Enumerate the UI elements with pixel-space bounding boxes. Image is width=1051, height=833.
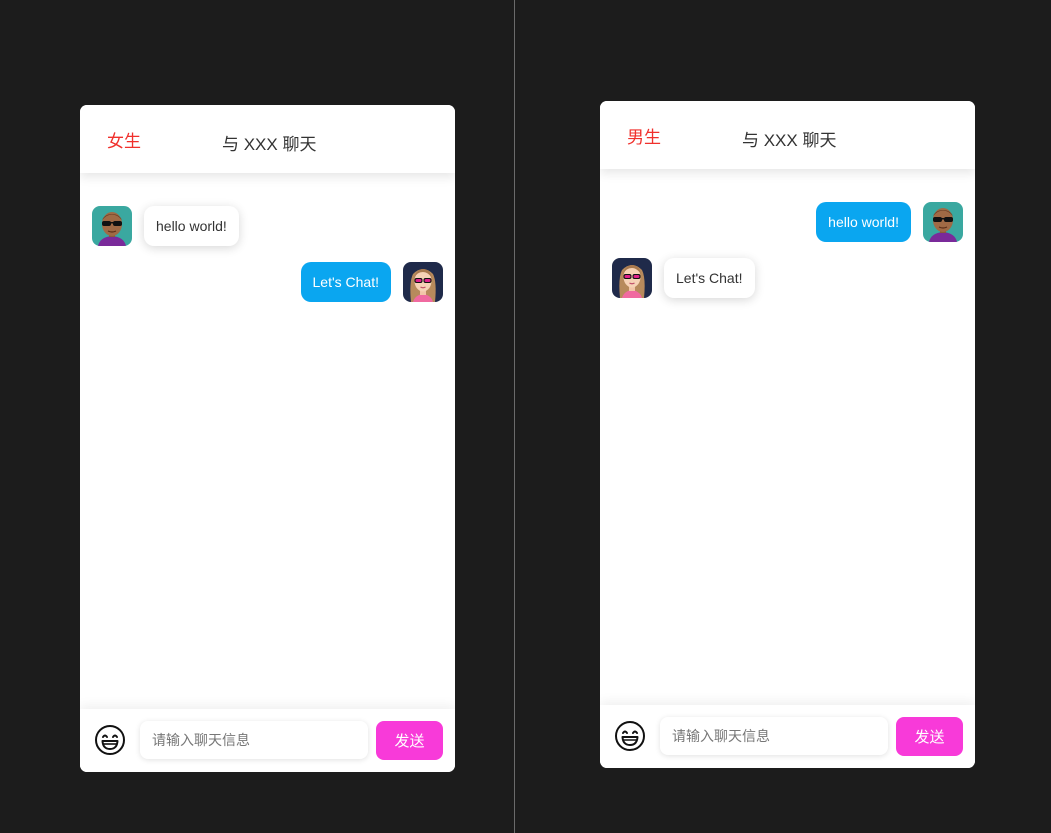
chat-window-male: 男生 与 XXX 聊天 hello world! Let's Chat! 发送 — [600, 101, 975, 768]
male-avatar — [92, 206, 132, 246]
gender-label: 男生 — [627, 128, 661, 147]
message-bubble: Let's Chat! — [300, 262, 391, 302]
message-input[interactable] — [660, 717, 888, 755]
female-avatar — [612, 258, 652, 298]
male-avatar — [923, 202, 963, 242]
smile-emoji-icon[interactable] — [94, 724, 126, 756]
message-received: Let's Chat! — [612, 258, 972, 298]
message-list[interactable]: hello world! Let's Chat! — [600, 169, 975, 705]
chat-window-female: 女生 与 XXX 聊天 hello world! Let's Chat! 发送 — [80, 105, 455, 772]
message-input[interactable] — [140, 721, 368, 759]
message-sent: hello world! — [600, 202, 975, 242]
message-bubble: Let's Chat! — [664, 258, 755, 298]
send-button[interactable]: 发送 — [376, 721, 443, 760]
female-avatar — [403, 262, 443, 302]
chat-header: 女生 与 XXX 聊天 — [80, 105, 455, 173]
message-list[interactable]: hello world! Let's Chat! — [80, 173, 455, 709]
chat-title: 与 XXX 聊天 — [222, 135, 317, 154]
chat-title: 与 XXX 聊天 — [742, 131, 837, 150]
smile-emoji-icon[interactable] — [614, 720, 646, 752]
chat-header: 男生 与 XXX 聊天 — [600, 101, 975, 169]
gender-label: 女生 — [107, 132, 141, 151]
message-received: hello world! — [92, 206, 452, 246]
center-divider — [514, 0, 515, 833]
send-button[interactable]: 发送 — [896, 717, 963, 756]
message-bubble: hello world! — [816, 202, 911, 242]
chat-input-bar: 发送 — [600, 705, 975, 768]
chat-input-bar: 发送 — [80, 709, 455, 772]
message-sent: Let's Chat! — [80, 262, 455, 302]
message-bubble: hello world! — [144, 206, 239, 246]
